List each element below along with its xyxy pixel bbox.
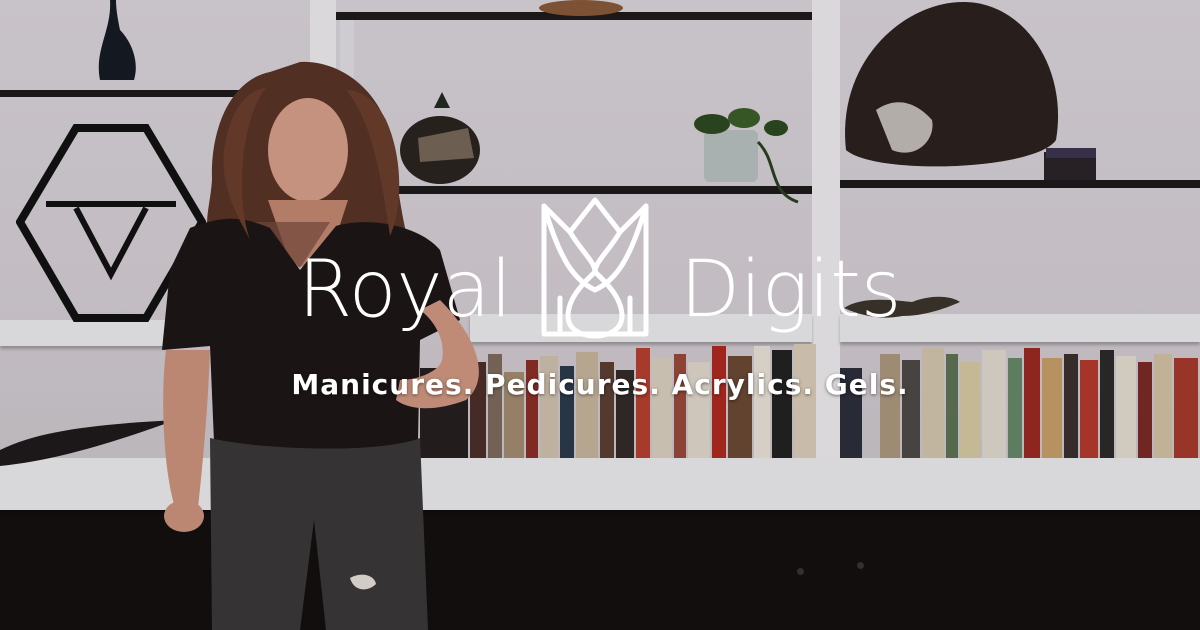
- photo-tint: [0, 0, 1200, 630]
- tagline: Manicures. Pedicures. Acrylics. Gels.: [291, 368, 909, 401]
- hero-photo: Royal Digits Manicures. Pedicures. Acryl…: [0, 0, 1200, 630]
